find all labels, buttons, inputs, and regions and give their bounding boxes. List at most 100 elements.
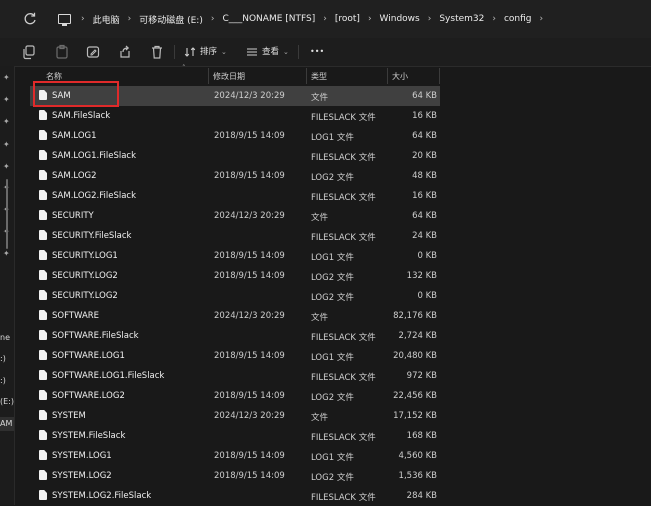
- nav-item[interactable]: (E:): [0, 397, 14, 406]
- file-row[interactable]: SAM.LOG1 2018/9/15 14:09 LOG1 文件 64 KB: [30, 126, 440, 146]
- file-size: 1,536 KB: [398, 471, 437, 481]
- column-type[interactable]: 类型: [311, 71, 327, 82]
- file-icon: [39, 470, 47, 480]
- file-icon: [39, 430, 47, 440]
- file-name: SAM.LOG2: [52, 171, 97, 181]
- file-type: LOG2 文件: [311, 173, 354, 183]
- chevron-right-icon[interactable]: ›: [540, 14, 544, 24]
- file-row[interactable]: SECURITY.LOG2 2018/9/15 14:09 LOG2 文件 132 K…: [30, 266, 440, 286]
- file-size: 284 KB: [406, 491, 437, 501]
- file-row[interactable]: SECURITY.LOG2 LOG2 文件 0 KB: [30, 286, 440, 306]
- chevron-right-icon[interactable]: ›: [368, 14, 372, 24]
- file-date: 2018/9/15 14:09: [214, 271, 285, 281]
- file-size: 17,152 KB: [393, 411, 437, 421]
- file-row[interactable]: SAM.FileSlack FILESLACK 文件 16 KB: [30, 106, 440, 126]
- nav-item[interactable]: :): [0, 354, 6, 363]
- breadcrumb-config[interactable]: config: [504, 14, 532, 24]
- column-divider[interactable]: [387, 68, 388, 84]
- breadcrumb-noname-ntfs[interactable]: C___NONAME [NTFS]: [222, 14, 315, 24]
- file-name: SOFTWARE: [52, 311, 100, 321]
- paste-icon[interactable]: [55, 44, 69, 60]
- pin-icon: ✦: [3, 162, 10, 171]
- file-row[interactable]: SECURITY 2024/12/3 20:29 文件 64 KB: [30, 206, 440, 226]
- file-row[interactable]: SECURITY.FileSlack FILESLACK 文件 24 KB: [30, 226, 440, 246]
- file-icon: [39, 290, 47, 300]
- file-date: 2018/9/15 14:09: [214, 351, 285, 361]
- file-date: 2024/12/3 20:29: [214, 311, 285, 321]
- file-date: 2024/12/3 20:29: [214, 91, 285, 101]
- address-bar: › 此电脑 › 可移动磁盘 (E:) › C___NONAME [NTFS] ›…: [0, 0, 651, 39]
- file-icon: [39, 450, 47, 460]
- file-row[interactable]: SYSTEM.LOG1 2018/9/15 14:09 LOG1 文件 4,560 K…: [30, 446, 440, 466]
- column-name[interactable]: 名称: [46, 71, 62, 82]
- column-header: ˄ 名称 修改日期 类型 大小: [30, 64, 440, 86]
- chevron-right-icon[interactable]: ›: [492, 14, 496, 24]
- file-row[interactable]: SAM 2024/12/3 20:29 文件 64 KB: [30, 86, 440, 106]
- breadcrumb-this-pc[interactable]: 此电脑: [93, 13, 120, 26]
- file-name: SAM.LOG1: [52, 131, 97, 141]
- rename-icon[interactable]: [86, 44, 100, 60]
- more-options-button[interactable]: •••: [310, 44, 324, 60]
- file-type: 文件: [311, 213, 329, 223]
- nav-item-selected[interactable]: AM: [0, 417, 14, 431]
- file-row[interactable]: SAM.LOG2.FileSlack FILESLACK 文件 16 KB: [30, 186, 440, 206]
- chevron-right-icon[interactable]: ›: [211, 14, 215, 24]
- file-size: 972 KB: [406, 371, 437, 381]
- breadcrumb-windows[interactable]: Windows: [380, 14, 420, 24]
- nav-item[interactable]: :): [0, 376, 6, 385]
- file-type: LOG2 文件: [311, 393, 354, 403]
- file-date: 2018/9/15 14:09: [214, 451, 285, 461]
- column-divider[interactable]: [208, 68, 209, 84]
- file-type: LOG1 文件: [311, 353, 354, 363]
- toolbar-divider: [298, 45, 299, 59]
- file-row[interactable]: SOFTWARE.LOG1 2018/9/15 14:09 LOG1 文件 20,48…: [30, 346, 440, 366]
- breadcrumb-system32[interactable]: System32: [439, 14, 484, 24]
- breadcrumb-removable-disk[interactable]: 可移动磁盘 (E:): [139, 13, 203, 26]
- file-row[interactable]: SOFTWARE.LOG1.FileSlack FILESLACK 文件 972 K…: [30, 366, 440, 386]
- file-row[interactable]: SAM.LOG1.FileSlack FILESLACK 文件 20 KB: [30, 146, 440, 166]
- file-row[interactable]: SYSTEM.FileSlack FILESLACK 文件 168 KB: [30, 426, 440, 446]
- this-pc-icon[interactable]: [58, 14, 71, 26]
- file-type: FILESLACK 文件: [311, 153, 376, 163]
- file-icon: [39, 190, 47, 200]
- toolbar-divider: [174, 45, 175, 59]
- file-name: SYSTEM.LOG2.FileSlack: [52, 491, 152, 501]
- copy-icon[interactable]: [22, 44, 36, 60]
- pin-icon: ✦: [3, 140, 10, 149]
- file-type: FILESLACK 文件: [311, 373, 376, 383]
- column-divider[interactable]: [306, 68, 307, 84]
- view-button[interactable]: 查看 ⌄: [246, 44, 289, 60]
- breadcrumb-root[interactable]: [root]: [335, 14, 360, 24]
- file-row[interactable]: SECURITY.LOG1 2018/9/15 14:09 LOG1 文件 0 KB: [30, 246, 440, 266]
- file-icon: [39, 330, 47, 340]
- column-date[interactable]: 修改日期: [213, 71, 245, 82]
- file-row[interactable]: SYSTEM.LOG2 2018/9/15 14:09 LOG2 文件 1,536 K…: [30, 466, 440, 486]
- sort-button[interactable]: 排序 ⌄: [184, 44, 227, 60]
- file-name: SOFTWARE.LOG1: [52, 351, 125, 361]
- chevron-right-icon[interactable]: ›: [428, 14, 432, 24]
- column-divider[interactable]: [439, 68, 440, 84]
- file-row[interactable]: SYSTEM.LOG2.FileSlack FILESLACK 文件 284 KB: [30, 486, 440, 506]
- file-size: 64 KB: [412, 91, 437, 101]
- file-row[interactable]: SOFTWARE.FileSlack FILESLACK 文件 2,724 KB: [30, 326, 440, 346]
- chevron-right-icon[interactable]: ›: [81, 14, 85, 24]
- sort-icon: [184, 47, 196, 57]
- file-date: 2018/9/15 14:09: [214, 131, 285, 141]
- nav-item[interactable]: ne: [0, 333, 10, 342]
- file-size: 16 KB: [412, 111, 437, 121]
- column-size[interactable]: 大小: [392, 71, 408, 82]
- file-row[interactable]: SOFTWARE.LOG2 2018/9/15 14:09 LOG2 文件 22,45…: [30, 386, 440, 406]
- refresh-icon[interactable]: [22, 11, 38, 27]
- file-date: 2024/12/3 20:29: [214, 411, 285, 421]
- sort-label: 排序: [200, 47, 218, 57]
- file-icon: [39, 110, 47, 120]
- share-icon[interactable]: [118, 44, 132, 60]
- file-row[interactable]: SAM.LOG2 2018/9/15 14:09 LOG2 文件 48 KB: [30, 166, 440, 186]
- file-row[interactable]: SOFTWARE 2024/12/3 20:29 文件 82,176 KB: [30, 306, 440, 326]
- chevron-down-icon: ⌄: [221, 48, 227, 56]
- chevron-right-icon[interactable]: ›: [128, 14, 132, 24]
- chevron-right-icon[interactable]: ›: [323, 14, 327, 24]
- file-row[interactable]: SYSTEM 2024/12/3 20:29 文件 17,152 KB: [30, 406, 440, 426]
- delete-icon[interactable]: [150, 44, 164, 60]
- nav-scrollbar[interactable]: [6, 179, 8, 249]
